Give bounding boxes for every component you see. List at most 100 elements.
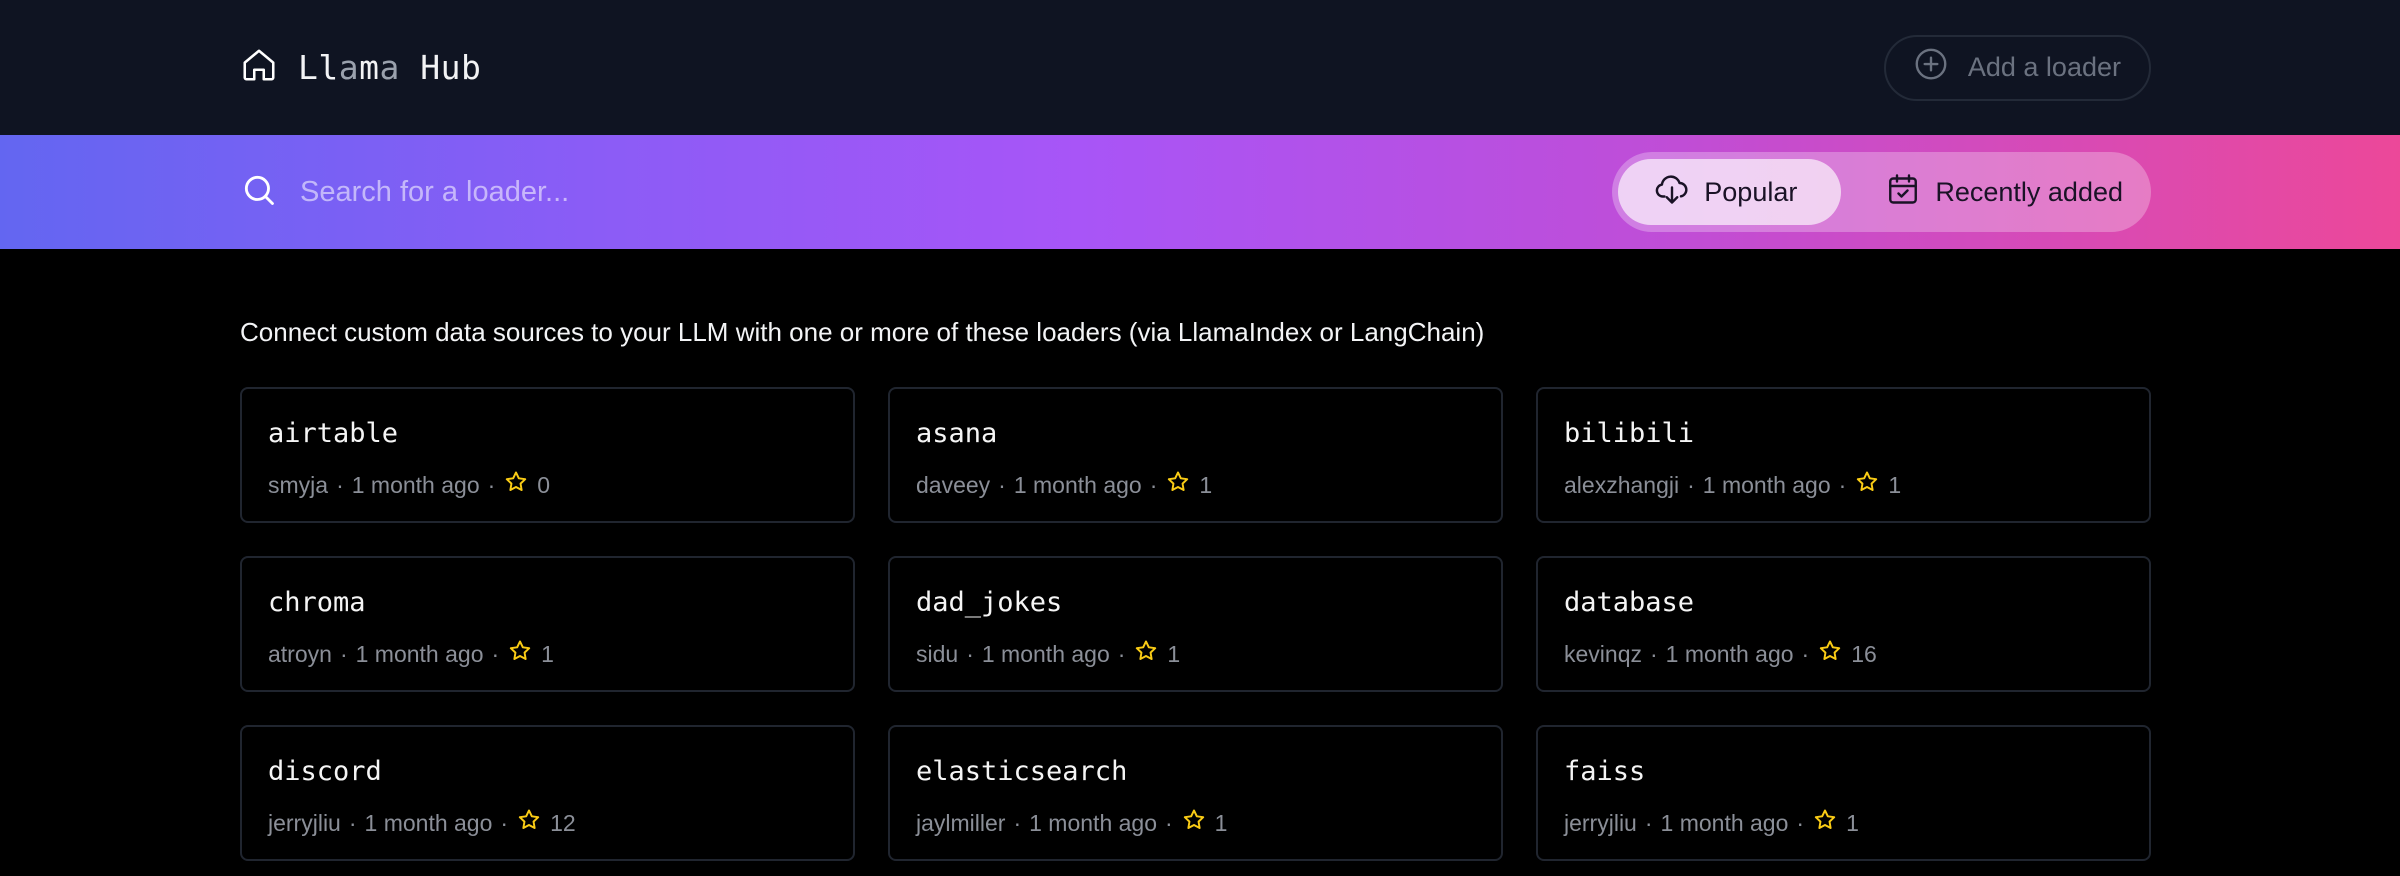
loader-stars: 1 [1888, 471, 1902, 498]
separator: · [1117, 640, 1126, 667]
loader-meta: jaylmiller · 1 month ago · 1 [916, 807, 1475, 839]
loader-name: chroma [268, 587, 366, 618]
star-icon [1854, 469, 1880, 501]
loader-name: asana [916, 418, 998, 449]
loader-meta: jerryjliu · 1 month ago · 1 [1564, 807, 2123, 839]
star-icon [503, 469, 529, 501]
separator: · [1149, 471, 1158, 498]
separator: · [1838, 471, 1847, 498]
search-band: Popular Recently added [0, 135, 2400, 249]
separator: · [500, 809, 509, 836]
loader-card[interactable]: discord jerryjliu · 1 month ago · 12 [240, 725, 855, 861]
loader-updated: 1 month ago [1660, 809, 1789, 836]
loader-name: elasticsearch [916, 756, 1128, 787]
cloud-download-icon [1654, 171, 1690, 214]
loader-updated: 1 month ago [364, 809, 493, 836]
loader-updated: 1 month ago [1013, 471, 1142, 498]
loader-meta: atroyn · 1 month ago · 1 [268, 638, 827, 670]
search-icon [240, 171, 278, 214]
loader-card[interactable]: asana daveey · 1 month ago · 1 [888, 387, 1503, 523]
main-content: Connect custom data sources to your LLM … [240, 249, 2151, 861]
loader-updated: 1 month ago [1029, 809, 1157, 836]
loader-card[interactable]: airtable smyja · 1 month ago · 0 [240, 387, 855, 523]
star-icon [1165, 469, 1191, 501]
plus-circle-icon [1912, 45, 1950, 90]
star-icon [1181, 807, 1207, 839]
separator: · [1801, 640, 1810, 667]
loader-stars: 0 [537, 471, 551, 498]
loader-author: atroyn [268, 640, 332, 667]
loader-name: airtable [268, 418, 399, 449]
star-icon [516, 807, 542, 839]
loader-updated: 1 month ago [355, 640, 484, 667]
loader-name: bilibili [1564, 418, 1695, 449]
separator: · [998, 471, 1006, 498]
star-icon [1133, 638, 1159, 670]
sort-popular-button[interactable]: Popular [1618, 159, 1842, 225]
calendar-check-icon [1885, 171, 1921, 214]
loader-author: jaylmiller [916, 809, 1006, 836]
loader-meta: kevinqz · 1 month ago · 16 [1564, 638, 2123, 670]
loader-meta: daveey · 1 month ago · 1 [916, 469, 1475, 501]
add-loader-button[interactable]: Add a loader [1883, 34, 2151, 101]
app-title: Llama Hub [298, 48, 482, 87]
home-icon [240, 46, 278, 89]
home-link[interactable]: Llama Hub [240, 46, 481, 89]
loader-stars: 1 [1214, 809, 1228, 836]
loader-author: jerryjliu [1564, 809, 1637, 836]
loader-card[interactable]: chroma atroyn · 1 month ago · 1 [240, 556, 855, 692]
loader-meta: smyja · 1 month ago · 0 [268, 469, 827, 501]
loader-stars: 1 [1167, 640, 1181, 667]
loader-name: faiss [1564, 756, 1646, 787]
add-loader-label: Add a loader [1967, 52, 2121, 82]
loader-author: sidu [916, 640, 959, 667]
loader-name: discord [268, 756, 382, 787]
loader-author: alexzhangji [1564, 471, 1680, 498]
loader-meta: jerryjliu · 1 month ago · 12 [268, 807, 827, 839]
loader-author: jerryjliu [268, 809, 341, 836]
separator: · [339, 640, 348, 667]
separator: · [1796, 809, 1805, 836]
star-icon [1812, 807, 1838, 839]
loader-stars: 12 [550, 809, 576, 836]
recent-label: Recently added [1935, 176, 2123, 207]
sort-recent-button[interactable]: Recently added [1849, 159, 2145, 225]
loader-card[interactable]: dad_jokes sidu · 1 month ago · 1 [888, 556, 1503, 692]
loader-updated: 1 month ago [981, 640, 1110, 667]
separator: · [491, 640, 500, 667]
star-icon [507, 638, 533, 670]
loader-updated: 1 month ago [1702, 471, 1831, 498]
separator: · [966, 640, 974, 667]
loader-meta: sidu · 1 month ago · 1 [916, 638, 1475, 670]
separator: · [1649, 640, 1658, 667]
loader-meta: alexzhangji · 1 month ago · 1 [1564, 469, 2123, 501]
popular-label: Popular [1704, 176, 1798, 207]
loader-card[interactable]: bilibili alexzhangji · 1 month ago · 1 [1536, 387, 2151, 523]
search-bar [240, 171, 1612, 214]
loader-card[interactable]: faiss jerryjliu · 1 month ago · 1 [1536, 725, 2151, 861]
separator: · [487, 471, 496, 498]
loader-stars: 1 [1199, 471, 1213, 498]
loader-grid: airtable smyja · 1 month ago · 0 asana d… [240, 387, 2151, 861]
loader-name: dad_jokes [916, 587, 1063, 618]
intro-text: Connect custom data sources to your LLM … [240, 317, 1485, 347]
separator: · [348, 809, 357, 836]
search-input[interactable] [300, 175, 1000, 209]
star-icon [1817, 638, 1843, 670]
loader-author: kevinqz [1564, 640, 1642, 667]
separator: · [336, 471, 344, 498]
loader-card[interactable]: database kevinqz · 1 month ago · 16 [1536, 556, 2151, 692]
separator: · [1165, 809, 1173, 836]
loader-card[interactable]: elasticsearch jaylmiller · 1 month ago ·… [888, 725, 1503, 861]
loader-stars: 1 [541, 640, 554, 667]
loader-updated: 1 month ago [1665, 640, 1794, 667]
separator: · [1687, 471, 1695, 498]
loader-stars: 1 [1846, 809, 1859, 836]
loader-updated: 1 month ago [351, 471, 480, 498]
loader-stars: 16 [1851, 640, 1877, 667]
separator: · [1013, 809, 1022, 836]
loader-author: smyja [268, 471, 329, 498]
loader-author: daveey [916, 471, 991, 498]
separator: · [1644, 809, 1653, 836]
top-header: Llama Hub Add a loader [0, 0, 2400, 135]
